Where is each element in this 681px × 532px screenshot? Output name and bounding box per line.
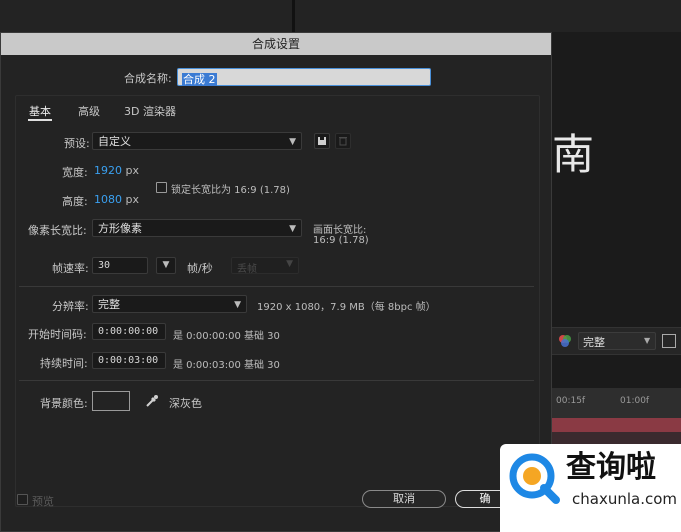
chevron-down-icon: ▼ [289, 224, 296, 234]
chevron-down-icon: ▼ [162, 260, 170, 270]
chevron-down-icon: ▼ [644, 336, 651, 345]
duration-label: 持续时间: [40, 357, 88, 370]
tab-basic[interactable]: 基本 [29, 103, 51, 119]
delete-preset-button[interactable] [335, 133, 351, 149]
fps-input[interactable]: 30 [92, 257, 148, 274]
active-tab-indicator [28, 119, 52, 121]
start-timecode-input[interactable]: 0:00:00:00 [92, 323, 166, 340]
duration-input[interactable]: 0:00:03:00 [92, 352, 166, 369]
layer-bar[interactable] [552, 418, 681, 432]
composition-settings-dialog: 合成设置 合成名称: 合成 2 基本 高级 3D 渲染器 预设: 自定义 ▼ 宽… [0, 32, 552, 532]
height-label: 高度: [62, 195, 88, 208]
panel-divider[interactable] [292, 0, 295, 32]
color-channels-icon[interactable] [557, 333, 573, 349]
chevron-down-icon: ▼ [286, 259, 293, 269]
width-label: 宽度: [62, 166, 88, 179]
frame-aspect-label: 画面长宽比: [313, 225, 367, 236]
duration-value: 0:00:03:00 [98, 355, 159, 366]
chevron-down-icon: ▼ [289, 137, 296, 147]
save-preset-button[interactable] [314, 133, 330, 149]
viewer-text: 南 [552, 130, 595, 179]
drop-frame-value: 丢帧 [237, 264, 257, 275]
eyedropper-icon[interactable] [144, 393, 160, 409]
section-divider [19, 380, 534, 381]
chevron-down-icon: ▼ [234, 300, 241, 310]
bg-color-label: 背景颜色: [40, 397, 88, 410]
bg-color-swatch[interactable] [92, 391, 130, 411]
pixel-aspect-label: 像素长宽比: [28, 224, 87, 237]
pixel-aspect-select[interactable]: 方形像素 ▼ [92, 219, 302, 237]
preview-label: 预览 [32, 495, 54, 508]
bg-color-name: 深灰色 [169, 397, 202, 410]
resolution-dialog-select[interactable]: 完整 ▼ [92, 295, 247, 313]
start-timecode-value: 0:00:00:00 [98, 326, 159, 337]
drop-frame-select: 丢帧 ▼ [231, 257, 299, 275]
watermark-url: chaxunla.com [572, 490, 677, 508]
app-top-panel [0, 0, 681, 32]
start-timecode-label: 开始时间码: [28, 328, 87, 341]
frame-aspect-value: 16:9 (1.78) [313, 235, 369, 246]
ruler-label: 01:00f [620, 396, 650, 406]
duration-info: 是 0:00:03:00 基础 30 [173, 360, 280, 371]
resolution-select-value: 完整 [583, 336, 605, 349]
save-preset-icon [318, 137, 326, 145]
ruler-label: 00:15f [556, 396, 586, 406]
width-value[interactable]: 1920 [94, 164, 122, 177]
fps-value: 30 [98, 260, 111, 271]
region-of-interest-icon[interactable] [662, 334, 676, 348]
watermark-text: 查询啦 [566, 450, 656, 485]
preset-label: 预设: [64, 137, 90, 150]
pixel-aspect-value: 方形像素 [98, 222, 142, 235]
cancel-button[interactable]: 取消 [362, 490, 446, 508]
tab-advanced[interactable]: 高级 [78, 103, 100, 119]
trash-icon [339, 137, 347, 146]
tab-3d-renderer[interactable]: 3D 渲染器 [124, 103, 176, 119]
resolution-dialog-value: 完整 [98, 298, 120, 311]
preview-checkbox[interactable] [17, 494, 28, 505]
lock-aspect-label: 锁定长宽比为 16:9 (1.78) [171, 185, 290, 196]
fps-dropdown-button[interactable]: ▼ [156, 257, 176, 274]
comp-name-input[interactable]: 合成 2 [177, 68, 431, 86]
dialog-title: 合成设置 [1, 33, 551, 55]
lock-aspect-checkbox[interactable] [156, 182, 167, 193]
section-divider [19, 286, 534, 287]
search-icon [509, 453, 560, 504]
resolution-info: 1920 x 1080，7.9 MB（每 8bpc 帧） [257, 302, 436, 313]
fps-unit: 帧/秒 [187, 262, 213, 275]
comp-name-value: 合成 2 [182, 73, 217, 86]
preset-value: 自定义 [98, 135, 131, 148]
comp-name-label: 合成名称: [124, 72, 172, 85]
resolution-label: 分辨率: [52, 300, 89, 313]
height-unit: px [125, 193, 140, 206]
preset-select[interactable]: 自定义 ▼ [92, 132, 302, 150]
start-timecode-info: 是 0:00:00:00 基础 30 [173, 331, 280, 342]
fps-label: 帧速率: [52, 262, 89, 275]
height-value[interactable]: 1080 [94, 193, 122, 206]
width-unit: px [125, 164, 140, 177]
